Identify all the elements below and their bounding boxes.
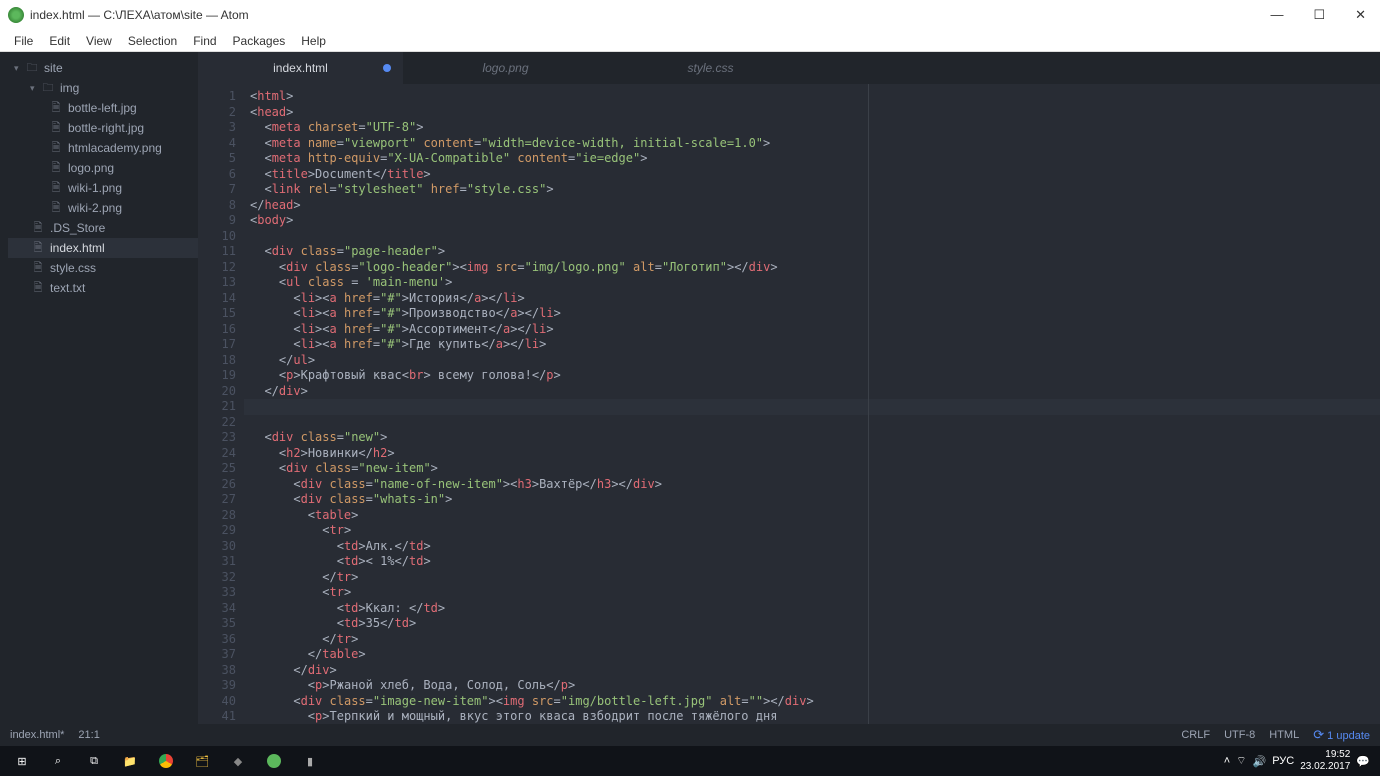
taskbar-terminal[interactable]: ▮: [292, 746, 328, 776]
squirrel-icon: ⟳: [1313, 727, 1324, 742]
modified-indicator-icon: [383, 64, 391, 72]
tree-label: logo.png: [68, 161, 114, 175]
tray-notifications-icon[interactable]: 💬: [1356, 755, 1370, 768]
status-bar: index.html* 21:1 CRLF UTF-8 HTML ⟳ 1 upd…: [0, 724, 1380, 746]
file-icon: 🗎: [30, 279, 46, 298]
file-icon: 🗎: [30, 239, 46, 258]
file-tree[interactable]: ▾ 🗀 site ▾ 🗀 img 🗎 bottle-left.jpg 🗎 bottl…: [8, 52, 198, 724]
taskbar-explorer[interactable]: 🗂: [184, 746, 220, 776]
menu-bar: File Edit View Selection Find Packages H…: [0, 30, 1380, 52]
maximize-button[interactable]: ☐: [1307, 7, 1331, 23]
status-encoding[interactable]: UTF-8: [1224, 729, 1255, 741]
tree-file[interactable]: 🗎 wiki-1.png: [8, 178, 198, 198]
status-update[interactable]: ⟳ 1 update: [1313, 727, 1370, 743]
tray-volume-icon[interactable]: 🔊: [1253, 755, 1267, 768]
file-icon: 🗎: [48, 139, 64, 158]
taskbar-chrome[interactable]: [148, 746, 184, 776]
tree-file[interactable]: 🗎 text.txt: [8, 278, 198, 298]
tree-label: htmlacademy.png: [68, 141, 162, 155]
file-icon: 🗎: [48, 179, 64, 198]
menu-edit[interactable]: Edit: [41, 32, 78, 50]
window-title: index.html — C:\ЛЕХА\атом\site — Atom: [30, 8, 1264, 22]
tree-label: bottle-left.jpg: [68, 101, 137, 115]
tab-label: index.html: [273, 61, 328, 75]
taskbar-atom[interactable]: [256, 746, 292, 776]
tree-folder-root[interactable]: ▾ 🗀 site: [8, 58, 198, 78]
file-icon: 🗎: [48, 199, 64, 218]
tab-style-css[interactable]: style.css: [608, 52, 813, 84]
windows-taskbar: ⊞ ⌕ ⧉ 📁 🗂 ◆ ▮ ˄ ⌔ 🔊 РУС 19:52 23.02.2017…: [0, 746, 1380, 776]
code-content[interactable]: <html><head> <meta charset="UTF-8"> <met…: [244, 84, 1380, 724]
folder-icon: 🗀: [40, 79, 56, 98]
tray-clock[interactable]: 19:52 23.02.2017: [1300, 749, 1350, 773]
tray-wifi-icon[interactable]: ⌔: [1236, 754, 1246, 768]
tree-label: site: [44, 61, 63, 75]
tree-file[interactable]: 🗎 logo.png: [8, 158, 198, 178]
tree-label: .DS_Store: [50, 221, 105, 235]
gutter: [0, 52, 8, 724]
file-icon: 🗎: [30, 259, 46, 278]
taskbar-app[interactable]: 📁: [112, 746, 148, 776]
minimize-button[interactable]: —: [1264, 7, 1289, 23]
start-button[interactable]: ⊞: [4, 746, 40, 776]
tab-logo-png[interactable]: logo.png: [403, 52, 608, 84]
status-cursor-position[interactable]: 21:1: [78, 729, 99, 741]
code-editor[interactable]: 1234567891011121314151617181920212223242…: [198, 84, 1380, 724]
tree-file[interactable]: 🗎 wiki-2.png: [8, 198, 198, 218]
task-view-button[interactable]: ⧉: [76, 746, 112, 776]
tree-label: text.txt: [50, 281, 85, 295]
menu-packages[interactable]: Packages: [225, 32, 294, 50]
tab-label: style.css: [687, 61, 733, 75]
menu-help[interactable]: Help: [293, 32, 334, 50]
tab-index-html[interactable]: index.html: [198, 52, 403, 84]
app-icon: [8, 7, 24, 23]
tree-file-active[interactable]: 🗎 index.html: [8, 238, 198, 258]
menu-selection[interactable]: Selection: [120, 32, 185, 50]
tree-label: index.html: [50, 241, 105, 255]
tree-file[interactable]: 🗎 htmlacademy.png: [8, 138, 198, 158]
chevron-down-icon: ▾: [14, 63, 24, 74]
file-icon: 🗎: [30, 219, 46, 238]
file-icon: 🗎: [48, 119, 64, 138]
tab-label: logo.png: [482, 61, 528, 75]
status-grammar[interactable]: HTML: [1269, 729, 1299, 741]
gutter-line-numbers: 1234567891011121314151617181920212223242…: [198, 84, 244, 724]
tray-chevron-icon[interactable]: ˄: [1224, 755, 1230, 767]
window-titlebar: index.html — C:\ЛЕХА\атом\site — Atom — …: [0, 0, 1380, 30]
menu-find[interactable]: Find: [185, 32, 224, 50]
status-eol[interactable]: CRLF: [1181, 729, 1210, 741]
search-button[interactable]: ⌕: [40, 746, 76, 776]
tree-label: wiki-1.png: [68, 181, 122, 195]
taskbar-app[interactable]: ◆: [220, 746, 256, 776]
tree-file[interactable]: 🗎 style.css: [8, 258, 198, 278]
tree-file[interactable]: 🗎 .DS_Store: [8, 218, 198, 238]
tree-folder-img[interactable]: ▾ 🗀 img: [8, 78, 198, 98]
tree-label: wiki-2.png: [68, 201, 122, 215]
chevron-down-icon: ▾: [30, 83, 40, 94]
wrap-guide: [868, 84, 869, 724]
file-icon: 🗎: [48, 159, 64, 178]
close-button[interactable]: ✕: [1349, 7, 1372, 23]
tree-file[interactable]: 🗎 bottle-right.jpg: [8, 118, 198, 138]
folder-icon: 🗀: [24, 59, 40, 78]
status-filename[interactable]: index.html*: [10, 729, 64, 741]
tree-label: style.css: [50, 261, 96, 275]
tray-language[interactable]: РУС: [1272, 755, 1294, 767]
tab-bar: index.html logo.png style.css: [198, 52, 1380, 84]
menu-view[interactable]: View: [78, 32, 120, 50]
menu-file[interactable]: File: [6, 32, 41, 50]
tree-label: img: [60, 81, 79, 95]
tree-file[interactable]: 🗎 bottle-left.jpg: [8, 98, 198, 118]
tree-label: bottle-right.jpg: [68, 121, 144, 135]
file-icon: 🗎: [48, 99, 64, 118]
